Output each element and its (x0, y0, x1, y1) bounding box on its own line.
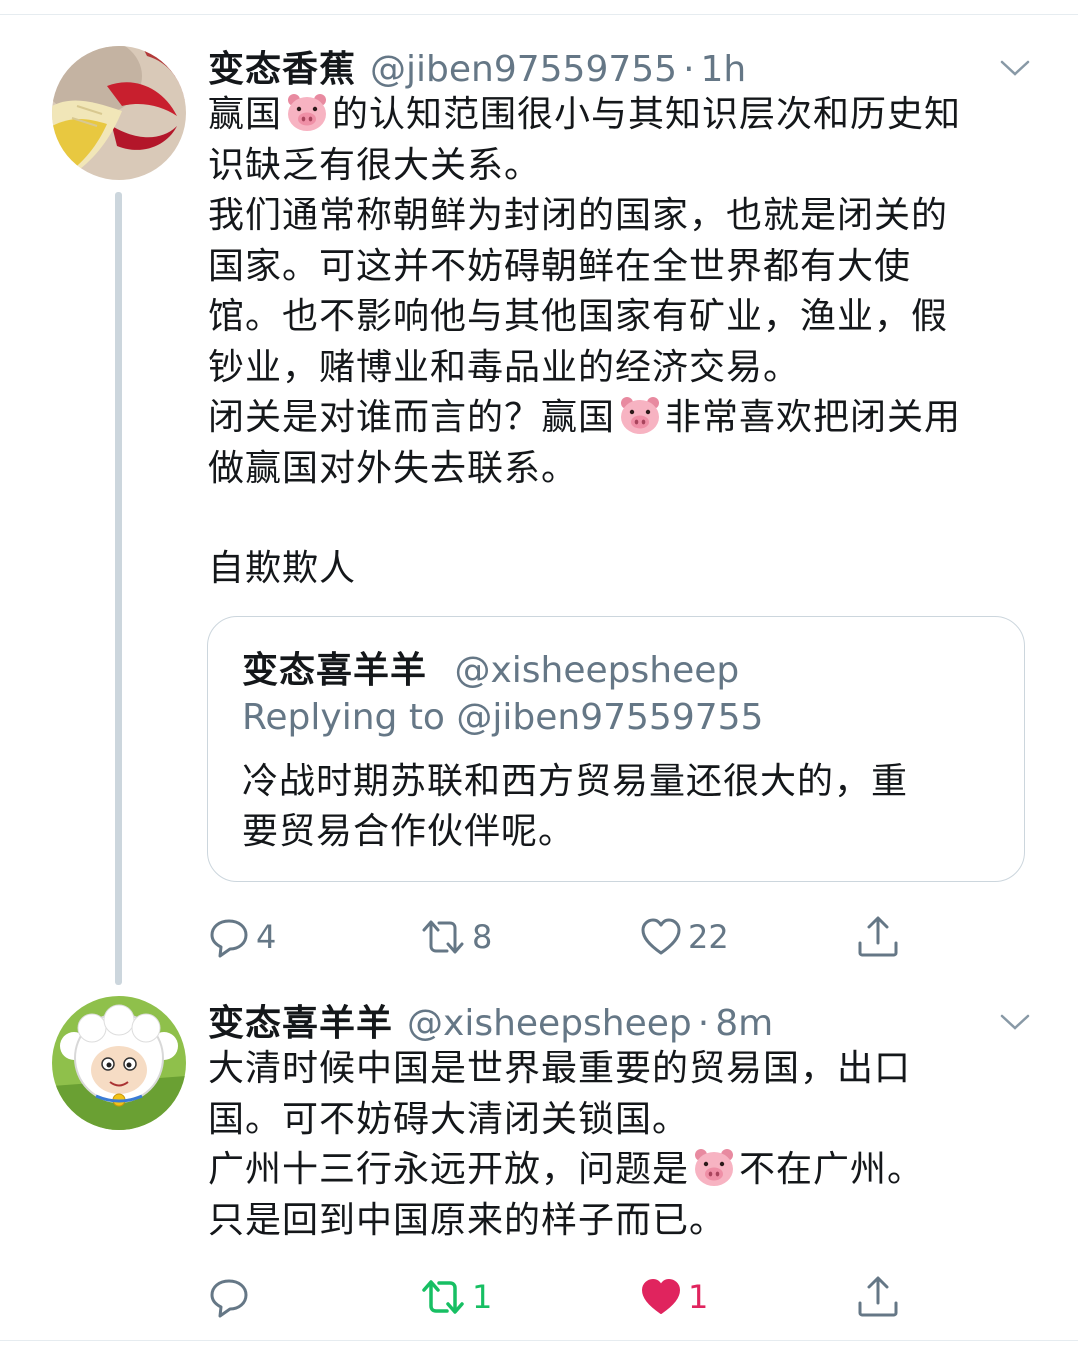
thread-line (115, 192, 122, 985)
share-icon (856, 1275, 900, 1319)
text-segment: 国。可不妨碍大清闭关锁国。 (208, 1098, 690, 1140)
like-button[interactable]: 1 (640, 1274, 708, 1320)
tweet-line: 做赢国对外失去联系。 (208, 444, 1038, 495)
tweet-header: 变态香蕉 @jiben97559755 · 1h (208, 40, 1018, 90)
quoted-user-handle: @xisheepsheep (454, 650, 740, 691)
avatar-banana[interactable] (52, 46, 186, 180)
retweet-icon (420, 1276, 466, 1318)
like-count: 1 (688, 1278, 709, 1316)
retweet-count: 1 (472, 1278, 493, 1316)
share-button[interactable] (856, 1274, 900, 1320)
like-button[interactable]: 22 (640, 914, 729, 960)
retweet-button[interactable]: 8 (420, 914, 492, 960)
quoted-tweet-text: 冷战时期苏联和西方贸易量还很大的，重 要贸易合作伙伴呢。 (242, 757, 1002, 857)
quoted-tweet[interactable]: 变态喜羊羊 @xisheepsheep Replying to @jiben97… (207, 616, 1025, 882)
tweet-line: 大清时候中国是世界最重要的贸易国，出口 (208, 1044, 1038, 1095)
tweet-1[interactable]: 变态香蕉 @jiben97559755 · 1h 赢国 的认知范围很小与其知识层次… (0, 0, 1078, 990)
tweet-line: 我们通常称朝鲜为封闭的国家，也就是闭关的 (208, 191, 1038, 242)
tweet-header: 变态喜羊羊 @xisheepsheep · 8m (208, 994, 1018, 1044)
reply-count: 4 (256, 918, 277, 956)
avatar-pleasant-goat[interactable] (52, 996, 186, 1130)
tweet-line: 识缺乏有很大关系。 (208, 141, 1038, 192)
retweet-count: 8 (472, 918, 493, 956)
quoted-line: 要贸易合作伙伴呢。 (242, 811, 576, 852)
tweet-2[interactable]: 变态喜羊羊 @xisheepsheep · 8m 大清时候中国是世界最重要的贸易… (0, 990, 1078, 1340)
text-segment: 只是回到中国原来的样子而已。 (208, 1199, 727, 1241)
reply-icon (208, 916, 250, 958)
separator-dot: · (697, 1003, 710, 1044)
tweet-line: 国。可不妨碍大清闭关锁国。 (208, 1095, 1038, 1146)
quoted-display-name: 变态喜羊羊 (242, 650, 428, 691)
text-segment: 国家。可这并不妨碍朝鲜在全世界都有大使 (208, 245, 912, 287)
text-segment: 的认知范围很小与其知识层次和历史知 (332, 94, 962, 135)
tweet-line: 只是回到中国原来的样子而已。 (208, 1196, 1038, 1247)
reply-button[interactable] (208, 1274, 256, 1320)
share-button[interactable] (856, 914, 900, 960)
retweet-button[interactable]: 1 (420, 1274, 492, 1320)
timestamp[interactable]: 8m (715, 1003, 773, 1044)
tweet-line: 馆。也不影响他与其他国家有矿业，渔业，假 (208, 292, 1038, 343)
display-name[interactable]: 变态香蕉 (208, 40, 356, 92)
user-handle[interactable]: @xisheepsheep (407, 1003, 692, 1044)
text-segment: 不在广州。 (739, 1149, 925, 1190)
tweet-text: 赢国 的认知范围很小与其知识层次和历史知识缺乏有很大关系。我们通常称朝鲜为封闭的国… (208, 90, 1038, 595)
tweet-line: 国家。可这并不妨碍朝鲜在全世界都有大使 (208, 242, 1038, 293)
text-segment: 广州十三行永远开放，问题是 (208, 1149, 690, 1190)
share-icon (856, 915, 900, 959)
display-name[interactable]: 变态喜羊羊 (208, 994, 393, 1046)
reply-button[interactable]: 4 (208, 914, 276, 960)
quoted-tweet-header: 变态喜羊羊 @xisheepsheep (242, 641, 739, 693)
retweet-icon (420, 916, 466, 958)
heart-icon (640, 1276, 682, 1318)
tweet-line: 钞业，赌博业和毒品业的经济交易。 (208, 343, 1038, 394)
text-segment: 做赢国对外失去联系。 (208, 447, 579, 489)
text-segment: 钞业，赌博业和毒品业的经济交易。 (208, 346, 801, 388)
bottom-divider (0, 1340, 1078, 1341)
user-handle[interactable]: @jiben97559755 (370, 49, 677, 90)
tweet-line: 自欺欺人 (208, 544, 1038, 595)
like-count: 22 (688, 918, 729, 956)
quoted-line: 冷战时期苏联和西方贸易量还很大的，重 (242, 761, 909, 802)
pig-face-emoji (618, 395, 662, 435)
heart-icon (640, 916, 682, 958)
text-segment: 馆。也不影响他与其他国家有矿业，渔业，假 (208, 296, 949, 337)
text-segment: 自欺欺人 (208, 548, 357, 589)
replying-to: Replying to @jiben97559755 (242, 697, 764, 738)
tweet-actions: 4 8 22 (208, 914, 928, 960)
tweet-line (208, 494, 1038, 544)
text-segment: 我们通常称朝鲜为封闭的国家，也就是闭关的 (208, 195, 949, 236)
pig-face-emoji (285, 92, 329, 132)
reply-icon (208, 1276, 250, 1318)
separator-dot: · (683, 49, 695, 90)
tweet-line: 闭关是对谁而言的？赢国 非常喜欢把闭关用 (208, 393, 1038, 444)
text-segment: 识缺乏有很大关系。 (208, 144, 542, 186)
tweet-text: 大清时候中国是世界最重要的贸易国，出口 国。可不妨碍大清闭关锁国。 广州十三行永远开… (208, 1044, 1038, 1246)
text-segment: 非常喜欢把闭关用 (665, 397, 962, 438)
pig-face-emoji (692, 1147, 736, 1187)
chevron-down-icon[interactable] (1000, 58, 1030, 78)
text-segment: 大清时候中国是世界最重要的贸易国，出口 (208, 1048, 912, 1089)
tweet-line: 赢国 的认知范围很小与其知识层次和历史知 (208, 90, 1038, 141)
chevron-down-icon[interactable] (1000, 1012, 1030, 1032)
text-segment: 闭关是对谁而言的？赢国 (208, 397, 616, 438)
tweet-actions: 1 1 (208, 1274, 928, 1320)
timestamp[interactable]: 1h (701, 49, 747, 90)
text-segment: 赢国 (208, 94, 283, 135)
tweet-line: 广州十三行永远开放，问题是 不在广州。 (208, 1145, 1038, 1196)
